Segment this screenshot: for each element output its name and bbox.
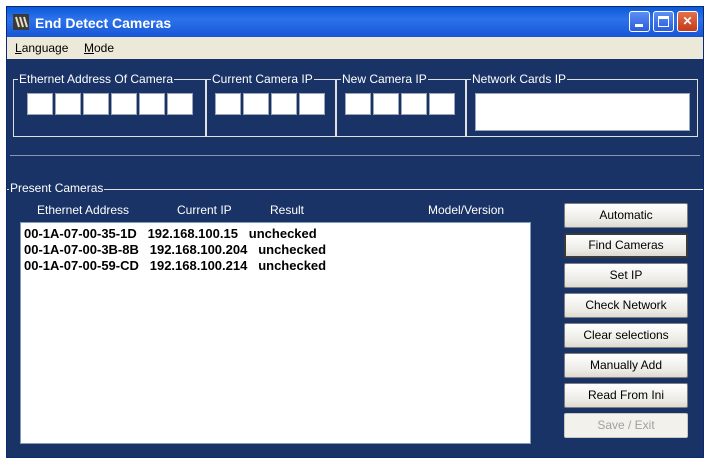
window-title: End Detect Cameras (35, 15, 172, 31)
app-window: End Detect Cameras ✕ Language Mode Ether… (6, 6, 704, 458)
set-ip-button[interactable]: Set IP (564, 263, 688, 288)
mac-octet-input[interactable] (83, 93, 109, 115)
menu-language-accel: L (15, 41, 22, 55)
column-current-ip: Current IP (177, 203, 232, 217)
mac-octet-input[interactable] (27, 93, 53, 115)
network-cards-ip-group: Network Cards IP (466, 72, 698, 137)
app-icon (13, 14, 29, 30)
list-item[interactable]: 00-1A-07-00-35-1D 192.168.100.15 uncheck… (24, 226, 317, 241)
save-exit-button[interactable]: Save / Exit (564, 413, 688, 438)
list-item[interactable]: 00-1A-07-00-59-CD 192.168.100.214 unchec… (24, 258, 326, 273)
column-model-version: Model/Version (428, 203, 505, 217)
row-ip: 192.168.100.204 (149, 242, 248, 257)
new-camera-ip-group: New Camera IP (336, 72, 466, 137)
menu-mode-accel: M (84, 41, 94, 55)
network-cards-ip-list[interactable] (475, 93, 690, 131)
menu-bar: Language Mode (7, 37, 703, 59)
column-result: Result (270, 203, 305, 217)
ethernet-address-field (27, 93, 195, 115)
find-cameras-button[interactable]: Find Cameras (564, 233, 688, 258)
minimize-button[interactable] (629, 11, 650, 32)
list-item[interactable]: 00-1A-07-00-3B-8B 192.168.100.204 unchec… (24, 242, 326, 257)
network-cards-ip-label: Network Cards IP (471, 72, 568, 86)
current-camera-ip-label: Current Camera IP (211, 72, 314, 86)
menu-mode-label: ode (94, 41, 115, 55)
new-camera-ip-field (345, 93, 457, 115)
row-mac: 00-1A-07-00-35-1D (24, 226, 137, 241)
ip-octet-input[interactable] (345, 93, 371, 115)
present-cameras-label: Present Cameras (9, 181, 105, 195)
ethernet-address-label: Ethernet Address Of Camera (18, 72, 175, 86)
mac-octet-input[interactable] (111, 93, 137, 115)
menu-language[interactable]: Language (15, 41, 68, 55)
ip-octet-input[interactable] (401, 93, 427, 115)
ip-octet-input[interactable] (299, 93, 325, 115)
close-button[interactable]: ✕ (677, 11, 698, 32)
menu-language-label: anguage (21, 41, 69, 55)
row-result: unchecked (258, 258, 327, 273)
title-bar[interactable]: End Detect Cameras ✕ (7, 7, 703, 37)
check-network-button[interactable]: Check Network (564, 293, 688, 318)
read-from-ini-button[interactable]: Read From Ini (564, 383, 688, 408)
row-result: unchecked (248, 226, 317, 241)
present-cameras-rule (7, 189, 703, 190)
row-ip: 192.168.100.15 (147, 226, 238, 241)
row-mac: 00-1A-07-00-3B-8B (24, 242, 139, 257)
mac-octet-input[interactable] (139, 93, 165, 115)
present-cameras-list[interactable]: 00-1A-07-00-35-1D 192.168.100.15 uncheck… (20, 222, 531, 444)
minimize-icon (635, 24, 643, 27)
row-result: unchecked (258, 242, 327, 257)
close-icon: ✕ (682, 14, 693, 28)
ip-octet-input[interactable] (243, 93, 269, 115)
divider (10, 155, 700, 156)
menu-mode[interactable]: Mode (84, 41, 114, 55)
ip-octet-input[interactable] (429, 93, 455, 115)
current-camera-ip-group: Current Camera IP (206, 72, 336, 137)
automatic-button[interactable]: Automatic (564, 203, 688, 228)
ip-octet-input[interactable] (373, 93, 399, 115)
new-camera-ip-label: New Camera IP (341, 72, 428, 86)
column-ethernet-address: Ethernet Address (37, 203, 130, 217)
row-ip: 192.168.100.214 (149, 258, 248, 273)
mac-octet-input[interactable] (55, 93, 81, 115)
manually-add-button[interactable]: Manually Add (564, 353, 688, 378)
ethernet-address-group: Ethernet Address Of Camera (13, 72, 206, 137)
current-camera-ip-field (215, 93, 327, 115)
maximize-icon (658, 16, 669, 27)
maximize-button[interactable] (653, 11, 674, 32)
row-mac: 00-1A-07-00-59-CD (24, 258, 139, 273)
mac-octet-input[interactable] (167, 93, 193, 115)
ip-octet-input[interactable] (271, 93, 297, 115)
clear-selections-button[interactable]: Clear selections (564, 323, 688, 348)
ip-octet-input[interactable] (215, 93, 241, 115)
